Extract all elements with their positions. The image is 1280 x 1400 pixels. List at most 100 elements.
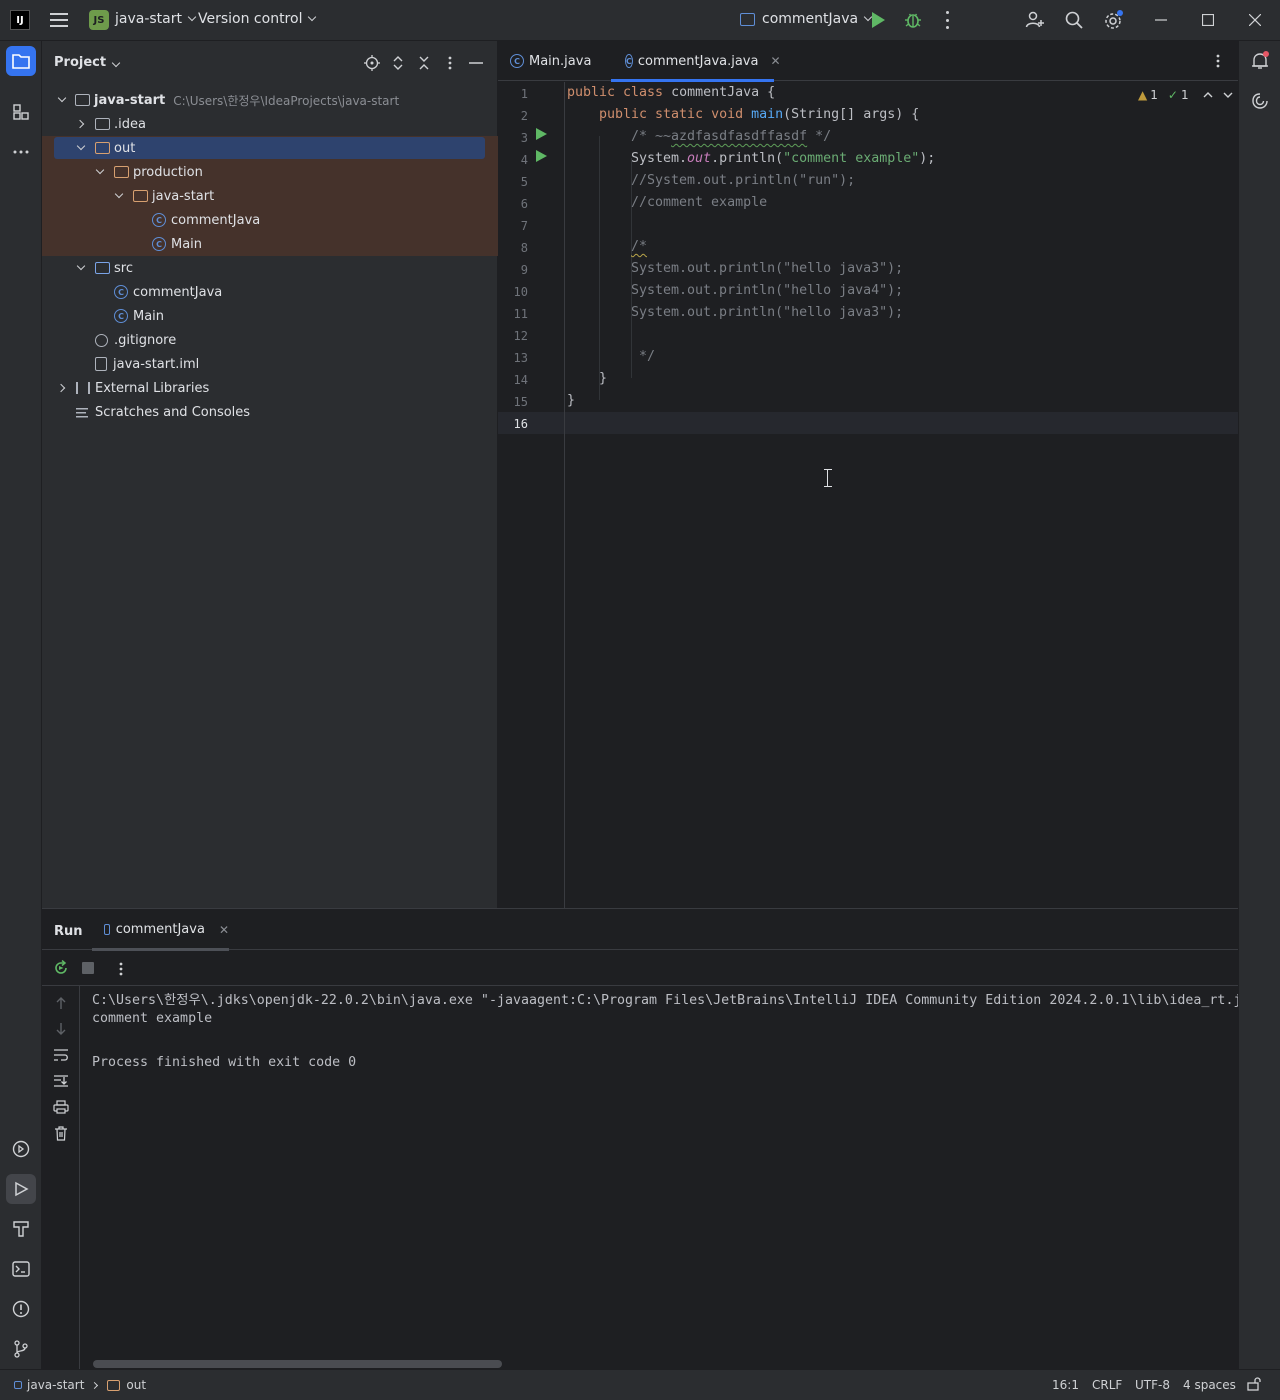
prev-highlight-icon[interactable] <box>1203 88 1213 102</box>
breadcrumb-project[interactable]: java-start <box>27 1378 84 1392</box>
notifications-icon[interactable] <box>1245 46 1275 76</box>
tree-item-external-libraries[interactable]: External Libraries <box>42 376 498 400</box>
project-switcher[interactable]: java-start <box>115 11 197 27</box>
line-separator[interactable]: CRLF <box>1092 1378 1122 1392</box>
expand-all-icon[interactable] <box>388 53 408 73</box>
project-tool-icon[interactable] <box>6 46 36 76</box>
scroll-up-icon[interactable] <box>52 994 70 1012</box>
tree-item-main-class[interactable]: C Main <box>42 232 498 256</box>
more-tools-icon[interactable] <box>6 137 36 167</box>
source-folder-icon <box>95 262 110 274</box>
close-tab-icon[interactable]: ✕ <box>770 54 780 68</box>
expanded-arrow-icon <box>114 191 124 201</box>
tree-item-src[interactable]: src <box>42 256 498 280</box>
tree-item-label: commentJava <box>171 212 261 228</box>
minimize-icon[interactable] <box>1138 0 1184 40</box>
options-icon[interactable] <box>440 53 460 73</box>
code-line-2[interactable]: public static void main(String[] args) { <box>599 104 919 126</box>
hide-panel-icon[interactable] <box>466 53 486 73</box>
tab-main-java[interactable]: C Main.java <box>510 41 591 81</box>
more-icon[interactable] <box>119 961 123 981</box>
run-class-gutter-icon[interactable] <box>536 128 547 140</box>
tree-item-gitignore[interactable]: .gitignore <box>42 328 498 352</box>
run-tool-icon[interactable] <box>6 1174 36 1204</box>
clear-all-icon[interactable] <box>52 1124 70 1142</box>
debug-icon[interactable] <box>905 11 921 29</box>
tree-item-label: src <box>114 260 133 276</box>
run-config-selector[interactable]: commentJava <box>762 11 873 27</box>
soft-wrap-icon[interactable] <box>52 1046 70 1064</box>
inspection-widget[interactable]: ▲ 1 ✓ 1 <box>1138 88 1233 102</box>
horizontal-scrollbar[interactable] <box>93 1360 502 1368</box>
tree-item-out[interactable]: out <box>42 136 498 160</box>
version-control-menu[interactable]: Version control <box>198 11 317 27</box>
tree-item-scratches[interactable]: Scratches and Consoles <box>42 400 498 424</box>
editor-panel: C Main.java C commentJava.java ✕ 1 2 3 4… <box>498 41 1238 908</box>
code-line-1[interactable]: public class commentJava { <box>567 82 775 104</box>
git-tool-icon[interactable] <box>6 1334 36 1364</box>
tree-item-java-start-output[interactable]: java-start <box>42 184 498 208</box>
scroll-to-end-icon[interactable] <box>52 1072 70 1090</box>
caret-position[interactable]: 16:1 <box>1052 1378 1079 1392</box>
tree-item-production[interactable]: production <box>42 160 498 184</box>
tabs-more-icon[interactable] <box>1216 53 1220 73</box>
console-output[interactable]: C:\Users\한정우\.jdks\openjdk-22.0.2\bin\ja… <box>92 986 1238 1356</box>
code-line-15[interactable]: } <box>567 390 575 412</box>
settings-icon[interactable] <box>1103 9 1125 31</box>
code-line-3[interactable]: /* ~~azdfasdfasdffasdf */ <box>631 126 831 148</box>
expanded-arrow-icon <box>76 263 86 273</box>
stop-icon[interactable] <box>82 962 94 974</box>
next-highlight-icon[interactable] <box>1223 88 1233 102</box>
tab-commentjava-java[interactable]: C commentJava.java ✕ <box>611 41 781 82</box>
services-tool-icon[interactable] <box>6 1134 36 1164</box>
indent-setting[interactable]: 4 spaces <box>1183 1378 1236 1392</box>
project-badge[interactable]: JS <box>89 10 109 30</box>
project-panel-title[interactable]: Project <box>54 55 121 70</box>
maximize-icon[interactable] <box>1185 0 1231 40</box>
close-icon[interactable] <box>1232 0 1278 40</box>
run-icon[interactable] <box>872 12 885 28</box>
code-line-13[interactable]: */ <box>631 346 655 368</box>
file-encoding[interactable]: UTF-8 <box>1135 1378 1170 1392</box>
tree-item-label: production <box>133 164 203 180</box>
print-icon[interactable] <box>52 1098 70 1116</box>
code-line-9[interactable]: System.out.println("hello java3"); <box>631 258 903 280</box>
code-line-11[interactable]: System.out.println("hello java3"); <box>631 302 903 324</box>
problems-tool-icon[interactable] <box>6 1294 36 1324</box>
tree-item-iml[interactable]: java-start.iml <box>42 352 498 376</box>
code-line-4[interactable]: System.out.println("comment example"); <box>631 148 935 170</box>
tree-item-commentjava-source[interactable]: C commentJava <box>42 280 498 304</box>
tree-item-java-start-root[interactable]: java-start C:\Users\한정우\IdeaProjects\jav… <box>42 88 498 112</box>
add-user-icon[interactable] <box>1024 9 1046 31</box>
tree-item-idea[interactable]: .idea <box>42 112 498 136</box>
run-main-gutter-icon[interactable] <box>536 150 547 162</box>
tree-item-commentjava-class[interactable]: C commentJava <box>42 208 498 232</box>
build-tool-icon[interactable] <box>6 1214 36 1244</box>
structure-tool-icon[interactable] <box>6 97 36 127</box>
close-tab-icon[interactable]: ✕ <box>219 923 229 937</box>
search-icon[interactable] <box>1063 9 1085 31</box>
chevron-down-icon <box>111 58 121 68</box>
collapsed-arrow-icon <box>76 119 86 129</box>
breadcrumb-folder[interactable]: out <box>126 1378 146 1392</box>
code-line-8[interactable]: /* <box>631 236 647 258</box>
terminal-tool-icon[interactable] <box>6 1254 36 1284</box>
hamburger-menu-icon[interactable] <box>48 10 70 30</box>
code-line-10[interactable]: System.out.println("hello java4"); <box>631 280 903 302</box>
lock-icon[interactable] <box>1247 1377 1261 1391</box>
rerun-icon[interactable] <box>53 959 69 980</box>
tree-item-main-source[interactable]: C Main <box>42 304 498 328</box>
ai-assistant-icon[interactable] <box>1245 86 1275 116</box>
locate-file-icon[interactable] <box>362 53 382 73</box>
warning-icon: ▲ <box>1138 88 1148 102</box>
code-line-14[interactable]: } <box>599 368 607 390</box>
run-tab-commentjava[interactable]: commentJava ✕ <box>92 909 229 951</box>
tab-label: Main.java <box>529 53 592 69</box>
ignore-file-icon <box>95 333 108 347</box>
scroll-down-icon[interactable] <box>52 1020 70 1038</box>
breadcrumb: java-start out <box>14 1378 146 1392</box>
collapse-all-icon[interactable] <box>414 53 434 73</box>
code-line-6[interactable]: //comment example <box>631 192 767 214</box>
more-icon[interactable] <box>944 11 950 29</box>
code-line-5[interactable]: //System.out.println("run"); <box>631 170 855 192</box>
